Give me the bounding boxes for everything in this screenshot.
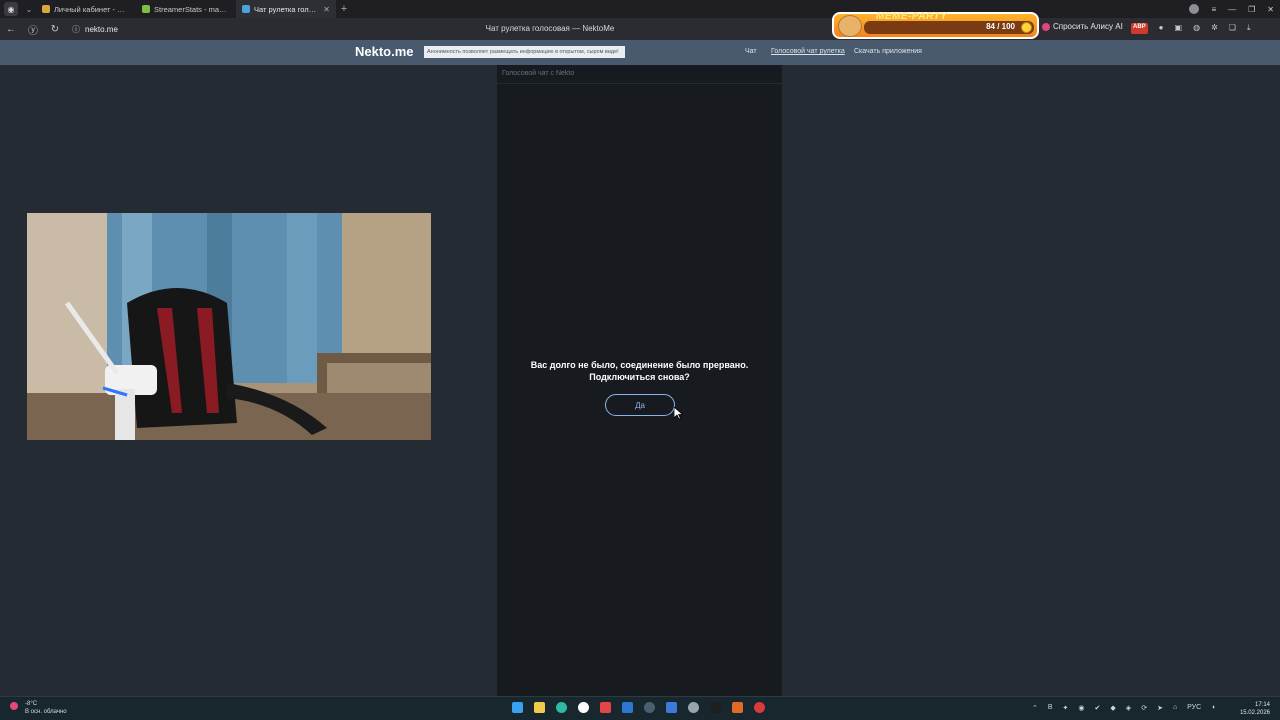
tab-rampa[interactable]: Личный кабинет - Rampa xyxy=(36,0,136,18)
tab-streamerstats[interactable]: StreamerStats - masadaca xyxy=(136,0,236,18)
disconnect-message-line2: Подключиться снова? xyxy=(589,372,690,382)
site-header: Nekto.me Анонимность позволяет размещать… xyxy=(0,40,1280,65)
voice-chat-panel: Голосовой чат с Nekto Вас долго не было,… xyxy=(497,65,782,696)
mouse-cursor-icon xyxy=(674,407,683,420)
account-icon[interactable] xyxy=(1189,4,1200,14)
coin-icon xyxy=(1021,22,1032,33)
browser-tab-strip: ◉ ⌄ Личный кабинет - Rampa StreamerStats… xyxy=(0,0,1280,18)
meme-party-widget[interactable]: MEME-PARTY 84 / 100 xyxy=(832,11,1039,39)
extensions-puzzle-icon[interactable]: ✲ xyxy=(1211,23,1218,34)
tray-check-icon[interactable]: ✔ xyxy=(1095,704,1101,712)
tab-list-chevron-icon[interactable]: ⌄ xyxy=(22,5,36,14)
system-tray: ⌃ B ✦ ◉ ✔ ◆ ◈ ⟳ ➤ ⌂ РУС ◖ xyxy=(1032,704,1215,712)
ask-alice-button[interactable]: Спросить Алису AI xyxy=(1042,22,1123,31)
alice-icon xyxy=(1042,22,1050,31)
anonymity-banner: Анонимность позволяет размещать информац… xyxy=(424,46,625,58)
close-tab-icon[interactable]: ✕ xyxy=(323,5,330,14)
nekto-favicon-icon xyxy=(242,5,250,13)
address-bar: ← ⓨ ↻ ⓘ nekto.me Чат рулетка голосовая —… xyxy=(0,18,1280,40)
tab-nekto[interactable]: Чат рулетка голосовая ✕ xyxy=(236,0,336,18)
app-fox-icon[interactable] xyxy=(732,702,743,713)
window-controls: ≡ — ❐ ✕ xyxy=(1189,0,1274,18)
tray-volume-icon[interactable]: ◖ xyxy=(1211,704,1215,712)
edge-icon[interactable] xyxy=(556,702,567,713)
app-globe-icon[interactable] xyxy=(644,702,655,713)
app-blue-icon[interactable] xyxy=(622,702,633,713)
minimize-icon[interactable]: — xyxy=(1228,5,1236,14)
streamerstats-favicon-icon xyxy=(142,5,150,13)
tray-sync-icon[interactable]: ⟳ xyxy=(1141,704,1147,712)
app-shield-icon[interactable] xyxy=(666,702,677,713)
extension-circle-icon[interactable]: ● xyxy=(1159,23,1164,34)
tray-red-icon[interactable]: ◉ xyxy=(1078,704,1084,712)
chat-header: Голосовой чат с Nekto xyxy=(497,65,782,84)
extensions-bar: ABP ● ▣ ◍ ✲ ❏ ⤓ xyxy=(1131,23,1250,34)
disconnect-message-line1: Вас долго не было, соединение было прерв… xyxy=(530,360,749,370)
webcam-frame-image xyxy=(27,213,431,440)
tray-b-icon[interactable]: B xyxy=(1048,704,1053,712)
reconnect-yes-button[interactable]: Да xyxy=(605,394,675,416)
adblock-plus-icon[interactable]: ABP xyxy=(1131,23,1148,34)
yandex-browser-icon[interactable] xyxy=(578,702,589,713)
close-window-icon[interactable]: ✕ xyxy=(1267,5,1274,14)
restore-icon[interactable]: ❐ xyxy=(1248,5,1255,14)
doge-icon xyxy=(838,15,862,37)
tray-mic-icon[interactable]: ⌂ xyxy=(1173,704,1177,712)
collections-icon[interactable]: ❏ xyxy=(1229,23,1236,34)
nav-chat[interactable]: Чат xyxy=(745,48,757,55)
webcam-video xyxy=(27,213,431,440)
start-icon[interactable] xyxy=(512,702,523,713)
tray-shield-icon[interactable]: ◈ xyxy=(1126,704,1131,712)
rampa-favicon-icon xyxy=(42,5,50,13)
menu-icon[interactable]: ≡ xyxy=(1211,5,1216,14)
weather-icon xyxy=(10,702,18,710)
site-logo[interactable]: Nekto.me xyxy=(355,44,414,59)
tray-steam-icon[interactable]: ✦ xyxy=(1063,704,1069,712)
tray-app-icon[interactable]: ◆ xyxy=(1110,704,1115,712)
tray-telegram-icon[interactable]: ➤ xyxy=(1157,704,1163,712)
disconnect-message: Вас долго не было, соединение было прерв… xyxy=(497,359,782,383)
extension-s-icon[interactable]: ◍ xyxy=(1193,23,1200,34)
taskbar-apps xyxy=(512,702,765,713)
download-icon[interactable]: ⤓ xyxy=(1247,23,1251,34)
nav-download-apps[interactable]: Скачать приложения xyxy=(854,48,922,55)
clock[interactable]: 17:14 15.02.2026 xyxy=(1240,701,1270,717)
telegram-icon[interactable] xyxy=(600,702,611,713)
file-explorer-icon[interactable] xyxy=(534,702,545,713)
extension-b-icon[interactable]: ▣ xyxy=(1175,23,1183,34)
tray-chevron-icon[interactable]: ⌃ xyxy=(1032,704,1038,712)
windows-taskbar: -8°C В осн. облачно ⌃ B ✦ ◉ ✔ ◆ ◈ ⟳ ➤ ⌂ … xyxy=(0,696,1280,720)
app-bolt-icon[interactable] xyxy=(710,702,721,713)
plus-icon[interactable]: + xyxy=(336,3,352,15)
meme-party-title: MEME-PARTY xyxy=(876,11,948,22)
settings-gear-icon[interactable] xyxy=(688,702,699,713)
tray-language[interactable]: РУС xyxy=(1187,704,1201,712)
profile-icon[interactable]: ◉ xyxy=(4,2,18,16)
meme-party-count: 84 / 100 xyxy=(986,22,1015,31)
app-red-icon[interactable] xyxy=(754,702,765,713)
nav-voice-roulette[interactable]: Голосовой чат рулетка xyxy=(771,48,845,55)
weather-widget[interactable]: -8°C В осн. облачно xyxy=(10,700,67,716)
